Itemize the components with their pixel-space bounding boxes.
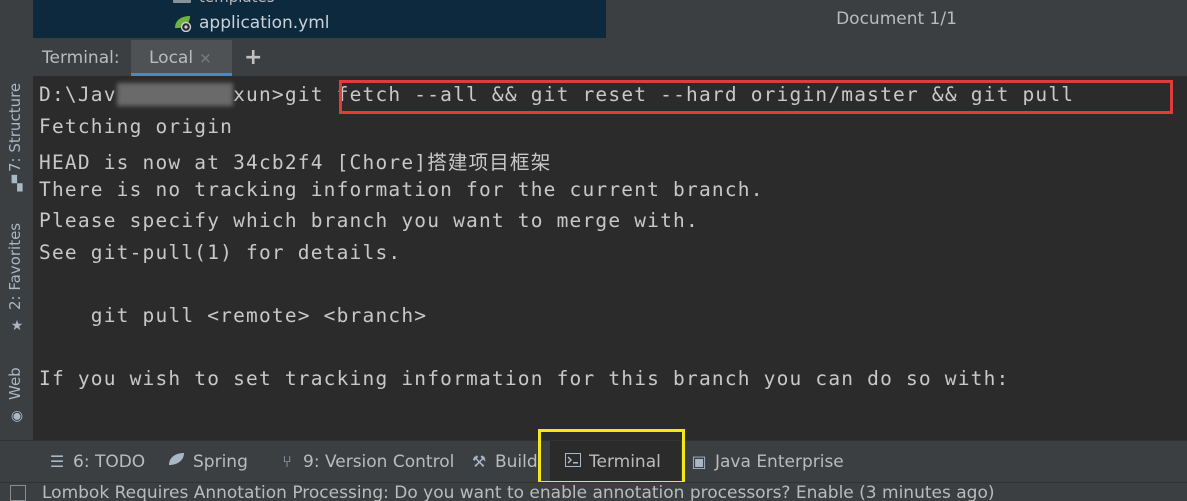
status-message[interactable]: Lombok Requires Annotation Processing: D… (42, 483, 994, 501)
terminal-line: Fetching origin (39, 115, 234, 138)
status-panel-icon[interactable] (10, 485, 26, 501)
web-tab-label: Web (6, 367, 24, 400)
tab-local[interactable]: Local × (131, 40, 232, 76)
terminal-tab-highlight-box (538, 429, 685, 484)
terminal-line: There is no tracking information for the… (39, 178, 764, 201)
active-tab-underline (131, 73, 232, 76)
command-highlight-box (339, 80, 1173, 114)
hammer-icon: ⚒ (471, 452, 487, 471)
favorites-tab-label: 2: Favorites (6, 222, 24, 310)
web-tool-tab[interactable]: Web ◉ (0, 364, 33, 428)
terminal-line: Please specify which branch you want to … (39, 209, 699, 232)
globe-icon: ◉ (10, 408, 24, 424)
tab-build-label: Build (495, 452, 538, 472)
terminal-line: git pull <remote> <branch> (39, 304, 428, 327)
java-enterprise-icon: ▣ (691, 452, 707, 471)
tree-item-templates-label: templates (199, 0, 275, 6)
tab-local-label: Local (149, 48, 194, 68)
spring-leaf-icon (168, 441, 186, 483)
status-bar: Lombok Requires Annotation Processing: D… (0, 482, 1187, 501)
tab-spring-label: Spring (193, 452, 248, 472)
prompt-start: D:\Jav (39, 83, 117, 106)
terminal-line: If you wish to set tracking information … (39, 367, 1010, 390)
terminal-header: Terminal: Local × + (33, 40, 1187, 77)
tab-todo-label: 6: TODO (73, 452, 146, 472)
tab-spring[interactable]: Spring (168, 441, 248, 483)
terminal-title: Terminal: (42, 48, 120, 68)
tab-todo[interactable]: ☰ 6: TODO (48, 441, 145, 483)
tab-java-enterprise[interactable]: ▣ Java Enterprise (690, 441, 844, 483)
favorites-tool-tab[interactable]: 2: Favorites ★ (0, 222, 33, 342)
terminal-output[interactable]: D:\JavaaCodeaaaxun>git fetch --all && gi… (33, 77, 1187, 440)
spring-config-file-icon (173, 14, 193, 33)
close-icon[interactable]: × (199, 49, 212, 67)
tab-java-enterprise-label: Java Enterprise (715, 452, 844, 472)
tab-version-control[interactable]: ⑂ 9: Version Control (278, 441, 454, 483)
structure-tool-tab[interactable]: 7: Structure ▚ (0, 80, 33, 200)
tree-item-application-yml[interactable]: application.yml (173, 12, 330, 34)
star-icon: ★ (10, 318, 24, 334)
project-tree-panel: templates application.yml (33, 0, 606, 38)
tree-item-templates[interactable]: templates (173, 0, 275, 6)
vcs-branch-icon: ⑂ (282, 452, 292, 471)
document-counter: Document 1/1 (606, 0, 1187, 38)
editor-top-area: templates application.yml Document 1/1 (33, 0, 1187, 40)
prompt-end: xun> (233, 83, 285, 106)
terminal-line: See git-pull(1) for details. (39, 241, 402, 264)
folder-icon (173, 0, 191, 3)
terminal-line: HEAD is now at 34cb2f4 [Chore]搭建项目框架 (39, 151, 552, 174)
redacted-path: aaCodeaaa (116, 83, 234, 106)
structure-tab-label: 7: Structure (6, 82, 24, 172)
tab-version-control-label: 9: Version Control (303, 452, 455, 472)
todo-list-icon: ☰ (49, 452, 65, 471)
left-tool-strip: 7: Structure ▚ 2: Favorites ★ Web ◉ (0, 0, 34, 440)
structure-icon: ▚ (11, 176, 23, 192)
new-terminal-tab-button[interactable]: + (244, 40, 262, 76)
tree-item-application-yml-label: application.yml (199, 13, 330, 33)
tab-build[interactable]: ⚒ Build (470, 441, 538, 483)
